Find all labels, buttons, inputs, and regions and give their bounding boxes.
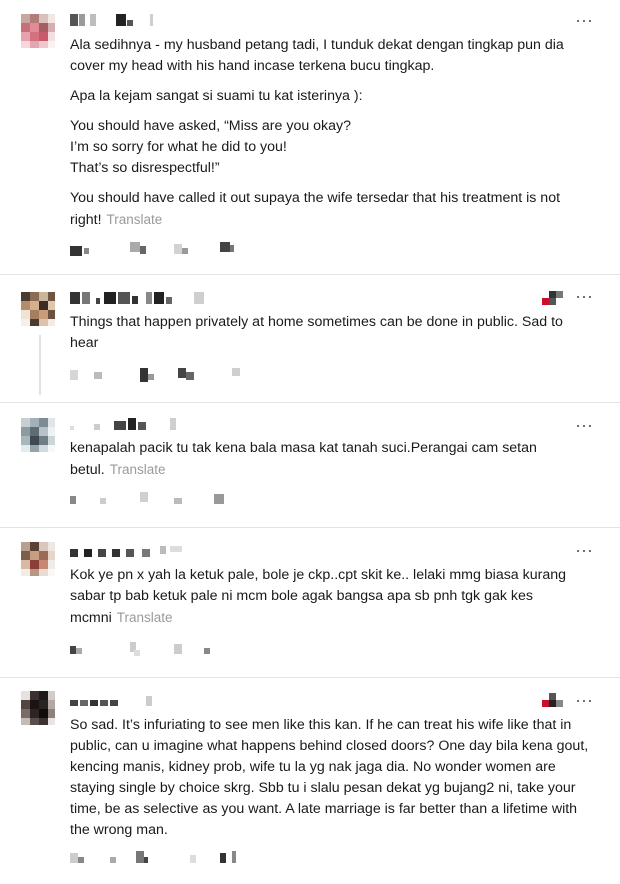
comment-2: ⋯ Things that happen privately at home s… <box>0 275 620 402</box>
author-name-redacted[interactable] <box>70 418 190 432</box>
comment-5: ⋯ So sad. It’s infuriating to see men li… <box>0 678 620 884</box>
comment-text: kenapalah pacik tu tak kena bala masa ka… <box>70 438 590 481</box>
more-options-icon[interactable]: ⋯ <box>575 692 594 710</box>
comment-paragraph: That’s so disrespectful!” <box>70 160 220 176</box>
pixelated-badge-icon <box>542 693 563 707</box>
comment-1: ⋯ Ala sedihnya - my husband petang tadi,… <box>0 0 620 274</box>
author-name-redacted[interactable] <box>70 546 200 560</box>
avatar[interactable] <box>21 292 55 326</box>
comment-3: ⋯ kenapalah pacik tu tak kena bala masa … <box>0 403 620 527</box>
translate-link[interactable]: Translate <box>107 212 163 227</box>
comment-actions-redacted[interactable] <box>70 368 270 384</box>
avatar[interactable] <box>21 691 55 725</box>
comment-text: Ala sedihnya - my husband petang tadi, I… <box>70 35 590 231</box>
author-name-redacted[interactable] <box>70 14 160 28</box>
comment-actions-redacted[interactable] <box>70 851 270 867</box>
comment-paragraph: I’m so sorry for what he did to you! <box>70 139 287 155</box>
comment-text: So sad. It’s infuriating to see men like… <box>70 715 590 841</box>
more-options-icon[interactable]: ⋯ <box>575 417 594 435</box>
comment-actions-redacted[interactable] <box>70 242 270 258</box>
author-name-redacted[interactable] <box>70 292 210 306</box>
comment-paragraph: Things that happen privately at home som… <box>70 314 563 351</box>
avatar[interactable] <box>21 14 55 48</box>
comment-paragraph: Ala sedihnya - my husband petang tadi, I… <box>70 37 564 74</box>
comment-actions-redacted[interactable] <box>70 642 270 658</box>
comment-paragraph: kenapalah pacik tu tak kena bala masa ka… <box>70 438 590 481</box>
translate-link[interactable]: Translate <box>110 462 166 477</box>
avatar[interactable] <box>21 542 55 576</box>
comment-text: Things that happen privately at home som… <box>70 312 590 354</box>
comment-4: ⋯ Kok ye pn x yah la ketuk pale, bole je… <box>0 528 620 677</box>
comment-paragraph: You should have called it out supaya the… <box>70 188 590 231</box>
more-options-icon[interactable]: ⋯ <box>575 542 594 560</box>
thread-line <box>39 335 41 395</box>
more-options-icon[interactable]: ⋯ <box>575 288 594 306</box>
more-options-icon[interactable]: ⋯ <box>575 12 594 30</box>
comment-paragraph: Kok ye pn x yah la ketuk pale, bole je c… <box>70 565 590 629</box>
pixelated-badge-icon <box>542 291 563 305</box>
translate-link[interactable]: Translate <box>117 610 173 625</box>
comment-actions-redacted[interactable] <box>70 492 270 508</box>
author-name-redacted[interactable] <box>70 696 180 710</box>
comment-paragraph: So sad. It’s infuriating to see men like… <box>70 717 589 838</box>
comment-paragraph: You should have asked, “Miss are you oka… <box>70 118 352 134</box>
avatar[interactable] <box>21 418 55 452</box>
comment-paragraph: Apa la kejam sangat si suami tu kat iste… <box>70 88 363 104</box>
comment-text: Kok ye pn x yah la ketuk pale, bole je c… <box>70 565 590 629</box>
